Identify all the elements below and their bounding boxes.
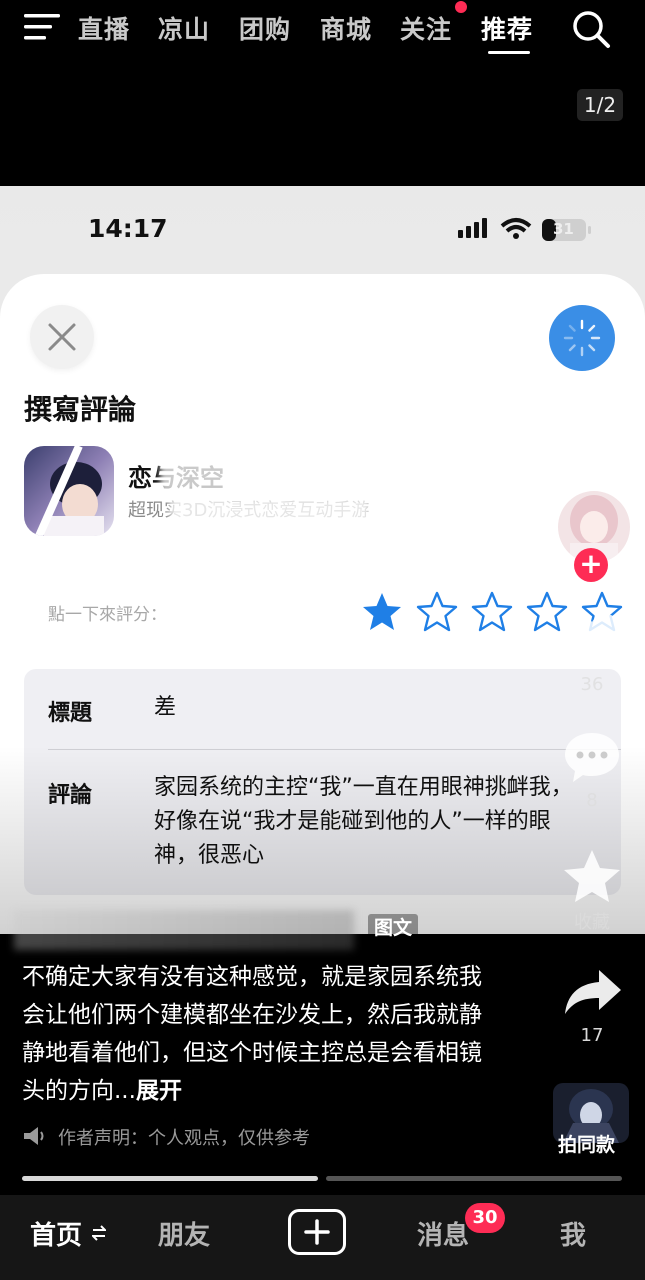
post-type-tag: 图文 — [368, 914, 419, 942]
privacy-scribble — [160, 460, 240, 492]
bottom-nav: 首页 朋友 消息 30 我 — [0, 1195, 645, 1280]
create-post-button[interactable] — [288, 1209, 346, 1255]
top-nav: 直播 凉山 团购 商城 关注 推荐 — [0, 0, 645, 56]
share-count: 17 — [580, 1025, 604, 1046]
app-icon — [24, 446, 114, 536]
like-count: 36 — [580, 674, 604, 695]
sheet-submit-button[interactable] — [549, 305, 615, 371]
privacy-scribble — [170, 498, 370, 524]
tab-recommend[interactable]: 推荐 — [481, 10, 533, 46]
active-tab-underline — [488, 51, 530, 54]
favorite-star-icon[interactable] — [562, 848, 622, 904]
embedded-status-icons — [458, 218, 591, 241]
nav-friends[interactable]: 朋友 — [158, 1215, 210, 1252]
loading-spinner-icon — [563, 319, 601, 357]
author-name-pixelated[interactable] — [14, 910, 354, 950]
sheet-close-button[interactable] — [30, 305, 94, 369]
star-outline-icon[interactable] — [470, 590, 514, 634]
review-sheet-title: 撰寫評論 — [24, 393, 137, 426]
tab-mall[interactable]: 商城 — [320, 10, 372, 46]
embedded-status-time: 14:17 — [88, 214, 168, 243]
plus-icon — [304, 1219, 330, 1245]
author-disclaimer: 作者声明：个人观点，仅供参考 — [58, 1128, 310, 1149]
tab-liangshan[interactable]: 凉山 — [158, 10, 210, 46]
image-progress-segment-2 — [326, 1176, 622, 1181]
comment-count: 8 — [586, 790, 598, 811]
review-field-label: 評論 — [48, 783, 93, 808]
nav-me[interactable]: 我 — [560, 1215, 586, 1252]
title-field-label: 標題 — [48, 701, 93, 726]
star-filled-icon[interactable] — [360, 590, 404, 634]
title-field-value[interactable]: 差 — [154, 691, 176, 725]
comment-bubble-icon[interactable] — [563, 730, 621, 784]
like-heart-icon[interactable] — [563, 612, 621, 666]
post-caption[interactable]: 不确定大家有没有这种感觉，就是家园系统我会让他们两个建模都坐在沙发上，然后我就静… — [22, 958, 492, 1110]
image-page-indicator: 1/2 — [577, 89, 623, 121]
search-icon[interactable] — [570, 8, 612, 50]
nav-messages[interactable]: 消息 — [417, 1215, 469, 1252]
share-arrow-icon[interactable] — [563, 968, 623, 1018]
same-style-label[interactable]: 拍同款 — [558, 1130, 615, 1157]
megaphone-icon — [24, 1127, 44, 1145]
close-icon — [48, 323, 76, 351]
form-divider — [48, 749, 621, 750]
tab-following[interactable]: 关注 — [400, 10, 452, 46]
follow-author-button[interactable]: + — [574, 548, 608, 582]
tab-live[interactable]: 直播 — [78, 10, 130, 46]
image-progress-segment-1 — [22, 1176, 318, 1181]
favorite-label: 收藏 — [574, 912, 610, 933]
caption-expand-link[interactable]: 展开 — [136, 1078, 182, 1104]
nav-home[interactable]: 首页 — [30, 1215, 82, 1252]
menu-icon[interactable] — [24, 12, 62, 42]
swap-arrows-icon[interactable] — [92, 1223, 106, 1243]
tab-group-buy[interactable]: 团购 — [239, 10, 291, 46]
following-notification-dot — [455, 1, 467, 13]
review-field-value[interactable]: 家园系统的主控“我”一直在用眼神挑衅我，好像在说“我才是能碰到他的人”一样的眼神… — [154, 771, 584, 873]
embedded-battery-level: 31 — [553, 220, 574, 238]
review-form: 標題 差 評論 家园系统的主控“我”一直在用眼神挑衅我，好像在说“我才是能碰到他… — [24, 669, 621, 895]
messages-badge: 30 — [465, 1203, 505, 1233]
rating-prompt: 點一下來評分： — [48, 605, 167, 625]
star-outline-icon[interactable] — [415, 590, 459, 634]
caption-text: 不确定大家有没有这种感觉，就是家园系统我会让他们两个建模都坐在沙发上，然后我就静… — [22, 964, 482, 1104]
